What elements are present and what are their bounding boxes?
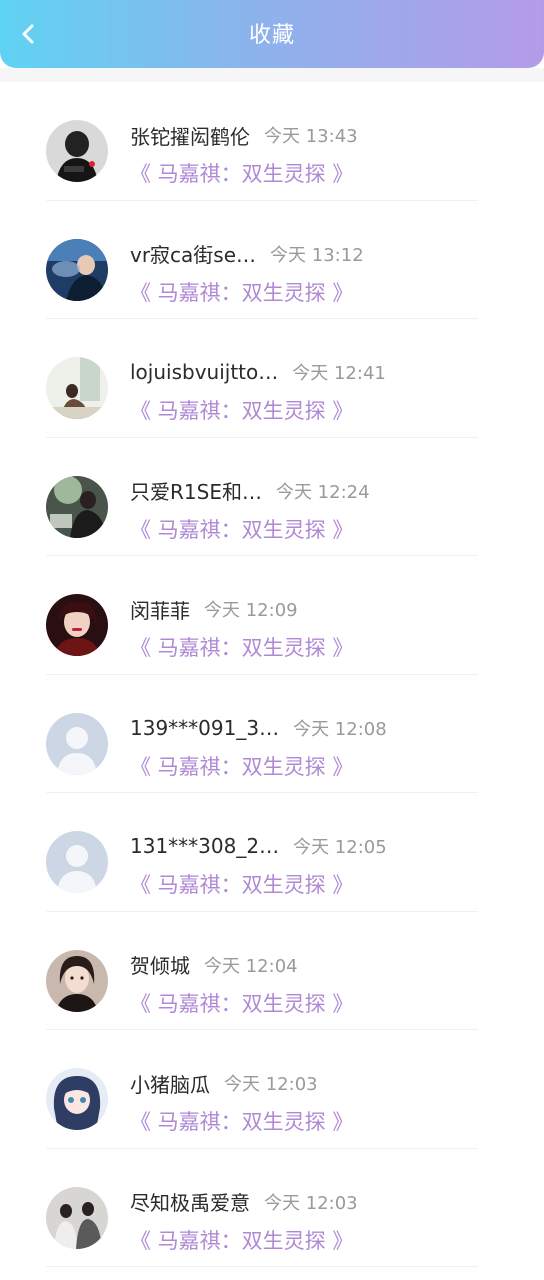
work-title-link[interactable]: 《 马嘉祺：双生灵探 》 [130,277,353,307]
timestamp: 今天 12:05 [293,837,387,858]
timestamp: 今天 12:03 [264,1192,358,1214]
timestamp: 今天 12:08 [293,718,387,740]
avatar[interactable] [46,1186,108,1249]
work-title-link[interactable]: 《 马嘉祺：双生灵探 》 [130,988,353,1018]
timestamp: 今天 12:24 [275,481,370,503]
list-item[interactable]: vr寂ca街se… 今天 13:12 《 马嘉祺：双生灵探 》 [0,201,544,319]
avatar-image [46,1186,108,1249]
avatar-image [46,475,108,538]
avatar[interactable] [46,712,108,775]
avatar-image [46,831,108,893]
work-title-link[interactable]: 《 马嘉祺：双生灵探 》 [130,158,353,188]
user-name[interactable]: 139***091_3… [130,716,279,740]
top-bar: 收藏 [0,0,544,68]
timestamp: 今天 12:09 [204,600,298,621]
timestamp: 今天 13:12 [270,244,364,266]
name-row: vr寂ca街se… 今天 13:12 [130,239,364,269]
timestamp: 今天 12:03 [224,1074,318,1095]
avatar-image [46,357,108,419]
user-name[interactable]: 尽知极禹爱意 [130,1187,250,1216]
avatar-image [46,1068,108,1130]
name-row: 张铊擢闳鹤伦 今天 13:43 [130,120,358,150]
favorites-list: 张铊擢闳鹤伦 今天 13:43 《 马嘉祺：双生灵探 》 vr寂ca街se… 今天 13… [0,82,544,1267]
name-row: lojuisbvuijtto… 今天 12:41 [130,357,386,387]
work-title-link[interactable]: 《 马嘉祺：双生灵探 》 [130,514,353,544]
avatar[interactable] [46,238,108,301]
user-name[interactable]: 贺倾城 [130,950,190,979]
user-name[interactable]: vr寂ca街se… [130,239,256,268]
name-row: 贺倾城 今天 12:04 [130,950,298,980]
list-item[interactable]: 131***308_2… 今天 12:05 《 马嘉祺：双生灵探 》 [0,793,544,912]
user-name[interactable]: 张铊擢闳鹤伦 [130,121,250,150]
work-title-link[interactable]: 《 马嘉祺：双生灵探 》 [130,751,353,781]
avatar[interactable] [46,357,108,419]
work-title-link[interactable]: 《 马嘉祺：双生灵探 》 [130,1225,353,1255]
name-row: 尽知极禹爱意 今天 12:03 [130,1187,358,1217]
user-name[interactable]: 小猪脑瓜 [130,1069,210,1098]
list-item[interactable]: 尽知极禹爱意 今天 12:03 《 马嘉祺：双生灵探 》 [0,1149,544,1267]
name-row: 139***091_3… 今天 12:08 [130,713,387,743]
name-row: 131***308_2… 今天 12:05 [130,831,387,861]
avatar-image [46,594,108,656]
user-name[interactable]: 闵菲菲 [130,595,190,624]
list-item[interactable]: 闵菲菲 今天 12:09 《 马嘉祺：双生灵探 》 [0,556,544,675]
avatar[interactable] [46,594,108,656]
avatar-image [46,949,108,1012]
name-row: 闵菲菲 今天 12:09 [130,594,298,624]
header-spacer [0,68,544,82]
list-item[interactable]: 贺倾城 今天 12:04 《 马嘉祺：双生灵探 》 [0,912,544,1030]
avatar-image [46,120,108,182]
user-name[interactable]: 只爱R1SE和… [130,476,262,505]
user-name[interactable]: lojuisbvuijtto… [130,360,278,384]
timestamp: 今天 12:04 [204,955,298,977]
avatar-image [46,712,108,775]
page-title: 收藏 [248,23,295,48]
avatar[interactable] [46,831,108,893]
avatar-image [46,238,108,301]
name-row: 只爱R1SE和… 今天 12:24 [130,476,370,506]
list-item[interactable]: 139***091_3… 今天 12:08 《 马嘉祺：双生灵探 》 [0,675,544,793]
list-item[interactable]: 只爱R1SE和… 今天 12:24 《 马嘉祺：双生灵探 》 [0,438,544,556]
list-item[interactable]: 张铊擢闳鹤伦 今天 13:43 《 马嘉祺：双生灵探 》 [0,82,544,201]
timestamp: 今天 12:41 [292,363,386,384]
avatar[interactable] [46,475,108,538]
list-item[interactable]: lojuisbvuijtto… 今天 12:41 《 马嘉祺：双生灵探 》 [0,319,544,438]
user-name[interactable]: 131***308_2… [130,834,279,858]
avatar[interactable] [46,120,108,182]
work-title-link[interactable]: 《 马嘉祺：双生灵探 》 [130,632,353,662]
work-title-link[interactable]: 《 马嘉祺：双生灵探 》 [130,869,353,899]
name-row: 小猪脑瓜 今天 12:03 [130,1068,318,1098]
work-title-link[interactable]: 《 马嘉祺：双生灵探 》 [130,1106,353,1136]
avatar[interactable] [46,1068,108,1130]
work-title-link[interactable]: 《 马嘉祺：双生灵探 》 [130,395,353,425]
avatar[interactable] [46,949,108,1012]
timestamp: 今天 13:43 [264,126,358,147]
divider [46,1266,478,1267]
list-item[interactable]: 小猪脑瓜 今天 12:03 《 马嘉祺：双生灵探 》 [0,1030,544,1149]
